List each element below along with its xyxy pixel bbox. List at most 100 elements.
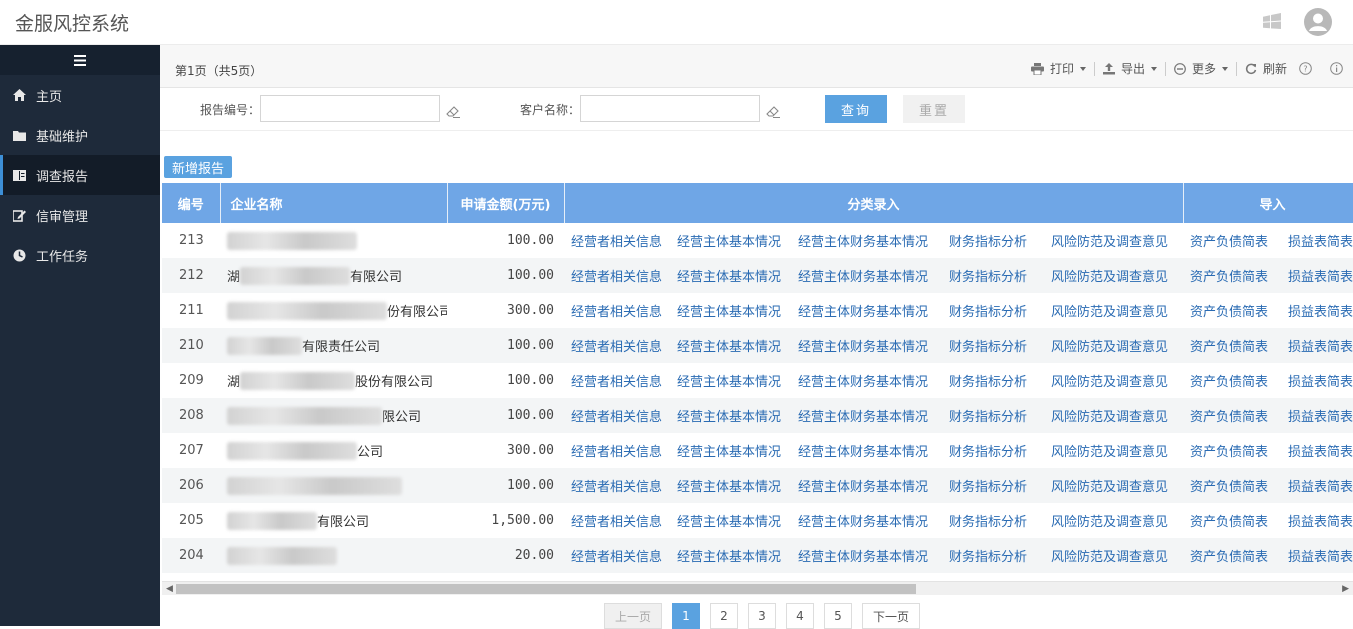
link-balance-sheet[interactable]: 资产负债简表 (1183, 433, 1281, 468)
link-risk-opinion[interactable]: 风险防范及调查意见 (1044, 538, 1184, 573)
link-entity-basic[interactable]: 经营主体基本情况 (670, 538, 791, 573)
sidebar-item-home[interactable]: 主页 (0, 75, 160, 115)
link-balance-sheet[interactable]: 资产负债简表 (1183, 223, 1281, 258)
link-entity-basic[interactable]: 经营主体基本情况 (670, 328, 791, 363)
table-row[interactable]: 211 份有限公司 300.00 经营者相关信息 经营主体基本情况 经营主体财务基本情况财… (162, 293, 1353, 328)
link-income-statement[interactable]: 损益表简表 (1281, 503, 1353, 538)
page-button-5[interactable]: 5 (824, 603, 852, 629)
page-button-3[interactable]: 3 (748, 603, 776, 629)
link-operator-info[interactable]: 经营者相关信息 (564, 398, 670, 433)
link-income-statement[interactable]: 损益表简表 (1281, 363, 1353, 398)
link-entity-basic[interactable]: 经营主体基本情况 (670, 468, 791, 503)
link-finance-indicators[interactable]: 财务指标分析 (942, 258, 1044, 293)
link-entity-finance[interactable]: 经营主体财务基本情况 (791, 433, 942, 468)
table-row[interactable]: 213 100.00 经营者相关信息 经营主体基本情况 经营主体财务基本情况 财务指标分析… (162, 223, 1353, 258)
link-risk-opinion[interactable]: 风险防范及调查意见 (1044, 258, 1184, 293)
link-balance-sheet[interactable]: 资产负债简表 (1183, 293, 1281, 328)
print-button[interactable]: 打印 (1025, 60, 1092, 77)
link-income-statement[interactable]: 损益表简表 (1281, 293, 1353, 328)
link-finance-indicators[interactable]: 财务指标分析 (942, 293, 1044, 328)
link-entity-finance[interactable]: 经营主体财务基本情况 (791, 363, 942, 398)
link-operator-info[interactable]: 经营者相关信息 (564, 223, 670, 258)
link-income-statement[interactable]: 损益表简表 (1281, 538, 1353, 573)
query-button[interactable]: 查询 (825, 95, 887, 123)
table-row[interactable]: 204 20.00 经营者相关信息 经营主体基本情况 经营主体财务基本情况 财务指标分析风… (162, 538, 1353, 573)
link-income-statement[interactable]: 损益表简表 (1281, 433, 1353, 468)
link-finance-indicators[interactable]: 财务指标分析 (942, 328, 1044, 363)
link-entity-finance[interactable]: 经营主体财务基本情况 (791, 398, 942, 433)
link-operator-info[interactable]: 经营者相关信息 (564, 503, 670, 538)
table-row[interactable]: 205 有限公司 1,500.00 经营者相关信息 经营主体基本情况 经营主体财务基本情况… (162, 503, 1353, 538)
link-operator-info[interactable]: 经营者相关信息 (564, 468, 670, 503)
page-button-1[interactable]: 1 (672, 603, 700, 629)
link-entity-finance[interactable]: 经营主体财务基本情况 (791, 293, 942, 328)
link-entity-finance[interactable]: 经营主体财务基本情况 (791, 328, 942, 363)
link-balance-sheet[interactable]: 资产负债简表 (1183, 258, 1282, 293)
link-entity-basic[interactable]: 经营主体基本情况 (670, 258, 791, 293)
link-finance-indicators[interactable]: 财务指标分析 (942, 468, 1044, 503)
page-button-2[interactable]: 2 (710, 603, 738, 629)
sidebar-item-credit-review[interactable]: 信审管理 (0, 195, 160, 235)
link-income-statement[interactable]: 损益表简表 (1281, 398, 1353, 433)
link-income-statement[interactable]: 损益表简表 (1281, 328, 1353, 363)
link-entity-finance[interactable]: 经营主体财务基本情况 (791, 258, 942, 293)
table-row[interactable]: 207 公司 300.00 经营者相关信息 经营主体基本情况 经营主体财务基本情况 财务指标… (162, 433, 1353, 468)
link-balance-sheet[interactable]: 资产负债简表 (1183, 468, 1282, 503)
eraser-icon[interactable] (765, 103, 781, 119)
link-operator-info[interactable]: 经营者相关信息 (564, 293, 670, 328)
add-report-button[interactable]: 新增报告 (164, 156, 233, 178)
info-button[interactable] (1324, 62, 1349, 75)
link-balance-sheet[interactable]: 资产负债简表 (1183, 363, 1281, 398)
link-risk-opinion[interactable]: 风险防范及调查意见 (1044, 398, 1184, 433)
link-risk-opinion[interactable]: 风险防范及调查意见 (1044, 328, 1184, 363)
link-income-statement[interactable]: 损益表简表 (1281, 258, 1353, 293)
table-row[interactable]: 212 湖 有限公司 100.00 经营者相关信息 经营主体基本情况 经营主体财务基本情况财… (162, 258, 1353, 293)
link-income-statement[interactable]: 损益表简表 (1281, 468, 1353, 503)
prev-page-button[interactable]: 上一页 (604, 603, 662, 629)
link-risk-opinion[interactable]: 风险防范及调查意见 (1044, 293, 1183, 328)
col-header-amount[interactable]: 申请金额(万元) (447, 183, 565, 223)
scroll-right-arrow-icon[interactable]: ▶ (1342, 584, 1349, 594)
link-entity-basic[interactable]: 经营主体基本情况 (670, 398, 791, 433)
link-risk-opinion[interactable]: 风险防范及调查意见 (1044, 223, 1183, 258)
link-operator-info[interactable]: 经营者相关信息 (564, 538, 670, 573)
link-entity-basic[interactable]: 经营主体基本情况 (670, 223, 791, 258)
table-row[interactable]: 210 有限责任公司 100.00 经营者相关信息 经营主体基本情况 经营主体财务基本情况… (162, 328, 1353, 363)
sidebar-item-survey-report[interactable]: 调查报告 (0, 155, 160, 195)
link-income-statement[interactable]: 损益表简表 (1281, 223, 1353, 258)
scrollbar-thumb[interactable] (176, 584, 916, 594)
link-risk-opinion[interactable]: 风险防范及调查意见 (1044, 363, 1183, 398)
link-balance-sheet[interactable]: 资产负债简表 (1183, 398, 1282, 433)
help-button[interactable]: ? (1293, 62, 1324, 75)
page-button-4[interactable]: 4 (786, 603, 814, 629)
link-finance-indicators[interactable]: 财务指标分析 (942, 538, 1044, 573)
report-no-input[interactable] (260, 95, 440, 122)
link-entity-basic[interactable]: 经营主体基本情况 (670, 363, 791, 398)
link-risk-opinion[interactable]: 风险防范及调查意见 (1044, 468, 1184, 503)
export-button[interactable]: 导出 (1097, 60, 1163, 77)
sidebar-item-basic-maintenance[interactable]: 基础维护 (0, 115, 160, 155)
link-entity-basic[interactable]: 经营主体基本情况 (670, 433, 791, 468)
link-finance-indicators[interactable]: 财务指标分析 (942, 398, 1044, 433)
sidebar-item-work-tasks[interactable]: 工作任务 (0, 235, 160, 275)
link-entity-finance[interactable]: 经营主体财务基本情况 (791, 538, 942, 573)
eraser-icon[interactable] (445, 103, 461, 119)
customer-name-input[interactable] (580, 95, 760, 122)
sidebar-toggle-button[interactable] (0, 45, 160, 75)
link-balance-sheet[interactable]: 资产负债简表 (1183, 328, 1282, 363)
link-operator-info[interactable]: 经营者相关信息 (564, 258, 670, 293)
reset-button[interactable]: 重置 (903, 95, 965, 123)
link-finance-indicators[interactable]: 财务指标分析 (942, 223, 1044, 258)
table-row[interactable]: 206 100.00 经营者相关信息 经营主体基本情况 经营主体财务基本情况 财务指标分析… (162, 468, 1353, 503)
user-avatar-icon[interactable] (1303, 7, 1333, 37)
col-header-num[interactable]: 编号 (162, 183, 221, 223)
refresh-button[interactable]: 刷新 (1239, 60, 1293, 77)
link-finance-indicators[interactable]: 财务指标分析 (942, 503, 1044, 538)
table-row[interactable]: 208 限公司 100.00 经营者相关信息 经营主体基本情况 经营主体财务基本情况 财务指… (162, 398, 1353, 433)
horizontal-scrollbar[interactable]: ◀ ▶ (162, 581, 1353, 595)
link-risk-opinion[interactable]: 风险防范及调查意见 (1044, 433, 1183, 468)
link-balance-sheet[interactable]: 资产负债简表 (1183, 503, 1281, 538)
link-operator-info[interactable]: 经营者相关信息 (564, 328, 670, 363)
link-balance-sheet[interactable]: 资产负债简表 (1183, 538, 1282, 573)
link-entity-finance[interactable]: 经营主体财务基本情况 (791, 503, 942, 538)
